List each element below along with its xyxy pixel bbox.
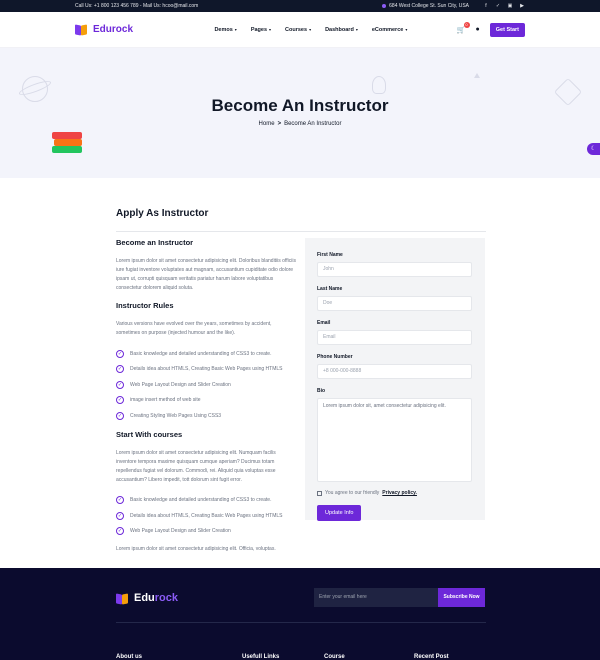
book-logo-icon — [75, 24, 88, 36]
footer-brand-name: Edurock — [134, 592, 179, 604]
closing-text: Lorem ipsum dolor sit amet consectetur a… — [116, 546, 276, 552]
start-list: ✓ Basic knowledge and detailed understand… — [116, 493, 296, 540]
footer-heading-about: About us — [116, 654, 142, 660]
update-info-button[interactable]: Update Info — [317, 505, 362, 521]
rules-heading: Instructor Rules — [116, 301, 174, 310]
address: 684 West College St. Sun City, USA — [382, 3, 469, 9]
check-circle-icon: ✓ — [116, 411, 124, 420]
youtube-icon[interactable]: ▶ — [519, 3, 525, 9]
book-logo-icon — [116, 592, 129, 605]
bio-textarea[interactable]: Lorem ipsum dolor sit, amet consectetur … — [317, 398, 472, 482]
nav-courses[interactable]: Courses ▾ — [285, 27, 311, 33]
last-name-label: Last Name — [317, 286, 343, 292]
books-illustration-icon — [52, 130, 84, 156]
phone-label: Phone Number — [317, 354, 353, 360]
chevron-down-icon: ▾ — [405, 27, 408, 32]
get-start-button[interactable]: Get Start — [489, 22, 525, 37]
last-name-field[interactable]: Doe — [317, 296, 472, 311]
logo[interactable]: Edurock — [75, 24, 185, 36]
breadcrumb-home[interactable]: Home — [259, 121, 275, 127]
nav-pages[interactable]: Pages ▾ — [251, 27, 271, 33]
location-icon — [382, 3, 387, 8]
instagram-icon[interactable]: ▣ — [507, 3, 513, 9]
list-item: ✓ Web Page Layout Design and Slider Creat… — [116, 527, 231, 536]
section-title: Apply As Instructor — [116, 208, 209, 219]
newsletter-email-input[interactable]: Enter your email here — [314, 588, 438, 607]
check-circle-icon: ✓ — [116, 349, 124, 358]
subscribe-button[interactable]: Subscribe Now — [438, 588, 485, 607]
check-circle-icon: ✓ — [116, 380, 124, 389]
cart-count-badge: 0 — [463, 21, 470, 28]
divider — [116, 231, 486, 232]
footer-heading-recent-post: Recent Post — [414, 654, 449, 660]
start-text: Lorem ipsum dolor sit amet consectetur a… — [116, 449, 276, 483]
user-icon[interactable]: ● — [476, 26, 480, 33]
list-item: ✓ Details idea about HTMLS, Creating Basi… — [116, 511, 283, 520]
breadcrumb-current: Become An Instructor — [284, 121, 342, 127]
list-item: ✓ Creating Styling Web Pages Using CSS3 — [116, 411, 222, 420]
bulb-decoration-icon — [372, 76, 386, 94]
list-item: ✓ Basic knowledge and detailed understand… — [116, 496, 272, 505]
instructor-form: First Name John Last Name Doe Email Emai… — [305, 238, 485, 521]
breadcrumb-separator: > — [277, 121, 282, 127]
footer-heading-links: Usefull Links — [242, 654, 280, 660]
facebook-icon[interactable]: f — [483, 3, 489, 9]
main-content: Apply As Instructor Become an Instructor… — [0, 178, 600, 568]
become-text: Lorem ipsum dolor sit amet consectetur a… — [116, 258, 296, 291]
main-nav: Demos ▾ Pages ▾ Courses ▾ Dashboard ▾ eComme… — [185, 27, 457, 33]
first-name-field[interactable]: John — [317, 262, 472, 277]
triangle-decoration-icon — [474, 73, 480, 78]
start-heading: Start With courses — [116, 429, 183, 439]
site-footer: Edurock Enter your email here Subscribe … — [0, 568, 600, 660]
list-item: ✓ image insert method of web site — [116, 396, 201, 405]
chevron-down-icon: ▾ — [269, 27, 272, 32]
agree-checkbox[interactable] — [317, 490, 322, 496]
check-circle-icon: ✓ — [116, 496, 124, 505]
footer-logo[interactable]: Edurock — [116, 592, 179, 605]
top-bar: Call Us: +1 800 123 456 789 - Mail Us: h… — [0, 0, 600, 12]
first-name-label: First Name — [317, 252, 343, 258]
privacy-policy-link[interactable]: Privacy policy. — [382, 490, 417, 496]
page-title: Become An Instructor — [211, 96, 389, 115]
page-hero: Become An Instructor Home > Become An Inst… — [0, 48, 600, 178]
nav-demos[interactable]: Demos ▾ — [214, 27, 236, 33]
list-item: ✓ Basic knowledge and detailed understand… — [116, 349, 272, 358]
agree-text: You agree to our friendly — [325, 490, 380, 496]
brand-name: Edurock — [93, 24, 134, 35]
become-heading: Become an Instructor — [116, 238, 194, 247]
list-item: ✓ Web Page Layout Design and Slider Creat… — [116, 380, 231, 389]
email-field[interactable]: Email — [317, 330, 472, 345]
chevron-down-icon: ▾ — [309, 27, 312, 32]
check-circle-icon: ✓ — [116, 511, 124, 520]
list-item: ✓ Details idea about HTMLS, Creating Basi… — [116, 365, 283, 374]
social-links: f ✓ ▣ ▶ — [483, 3, 525, 9]
phone-field[interactable]: +8 000-000-8888 — [317, 364, 472, 379]
breadcrumb: Home > Become An Instructor — [0, 121, 600, 127]
newsletter-form: Enter your email here Subscribe Now — [314, 588, 485, 607]
twitter-icon[interactable]: ✓ — [495, 3, 501, 9]
instructor-info: Become an Instructor Lorem ipsum dolor s… — [116, 238, 296, 562]
chevron-down-icon: ▾ — [234, 27, 237, 32]
chevron-down-icon: ▾ — [355, 27, 358, 32]
privacy-agreement: You agree to our friendly Privacy policy… — [317, 490, 473, 496]
nav-ecommerce[interactable]: eCommerce ▾ — [372, 27, 408, 33]
check-circle-icon: ✓ — [116, 527, 124, 536]
check-circle-icon: ✓ — [116, 396, 124, 405]
footer-divider — [116, 622, 486, 623]
bio-label: Bio — [317, 388, 326, 394]
check-circle-icon: ✓ — [116, 365, 124, 374]
contact-info: Call Us: +1 800 123 456 789 - Mail Us: h… — [75, 3, 199, 9]
cart-icon[interactable]: 🛒 0 — [457, 21, 470, 34]
site-header: Edurock Demos ▾ Pages ▾ Courses ▾ Dashboard… — [0, 12, 600, 48]
rules-text: Various versions have evolved over the y… — [116, 321, 272, 336]
nav-dashboard[interactable]: Dashboard ▾ — [325, 27, 358, 33]
email-label: Email — [317, 320, 331, 326]
footer-heading-course: Course — [324, 654, 345, 660]
rules-list: ✓ Basic knowledge and detailed understand… — [116, 346, 296, 424]
dark-mode-toggle[interactable]: ☾ — [587, 143, 600, 155]
